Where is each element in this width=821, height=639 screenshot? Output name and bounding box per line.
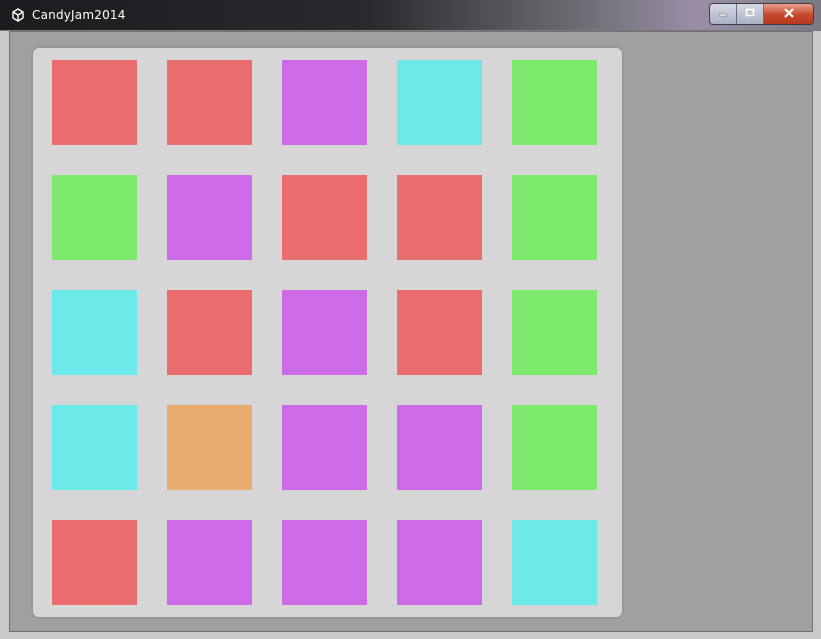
minimize-icon [718,7,728,21]
candy-tile-red[interactable] [282,175,367,260]
maximize-icon [745,7,755,21]
candy-tile-green[interactable] [512,290,597,375]
candy-tile-green[interactable] [52,175,137,260]
candy-tile-green[interactable] [512,175,597,260]
candy-tile-cyan[interactable] [52,290,137,375]
candy-tile-red[interactable] [397,290,482,375]
close-icon [783,7,795,22]
minimize-button[interactable] [710,4,737,24]
candy-board [33,48,622,617]
candy-tile-purple[interactable] [282,520,367,605]
candy-tile-purple[interactable] [167,175,252,260]
maximize-button[interactable] [737,4,764,24]
candy-tile-red[interactable] [52,60,137,145]
candy-tile-purple[interactable] [167,520,252,605]
close-button[interactable] [764,4,813,24]
candy-tile-red[interactable] [167,290,252,375]
candy-tile-red[interactable] [397,175,482,260]
candy-tile-purple[interactable] [282,60,367,145]
candy-tile-orange[interactable] [167,405,252,490]
game-window: CandyJam2014 [0,0,821,639]
candy-tile-purple[interactable] [282,290,367,375]
title-bar[interactable]: CandyJam2014 [0,0,821,30]
candy-tile-purple[interactable] [397,520,482,605]
candy-tile-green[interactable] [512,405,597,490]
unity-icon [10,7,26,23]
candy-tile-red[interactable] [52,520,137,605]
candy-tile-cyan[interactable] [512,520,597,605]
candy-tile-purple[interactable] [397,405,482,490]
candy-tile-purple[interactable] [282,405,367,490]
window-controls [709,3,814,25]
candy-tile-cyan[interactable] [52,405,137,490]
window-title: CandyJam2014 [32,8,126,22]
candy-tile-red[interactable] [167,60,252,145]
candy-tile-cyan[interactable] [397,60,482,145]
candy-tile-green[interactable] [512,60,597,145]
